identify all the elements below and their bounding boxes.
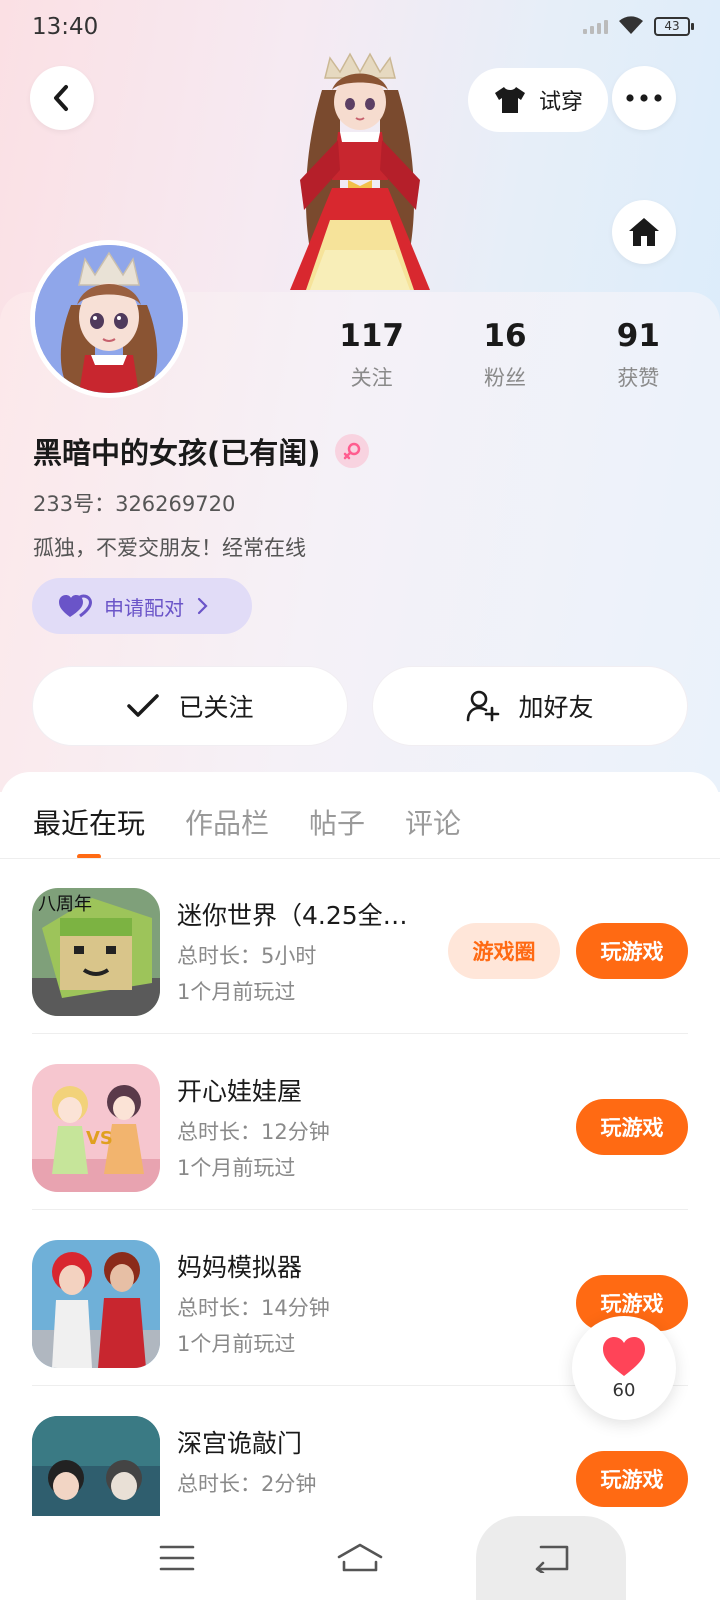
- like-float-button[interactable]: 60: [572, 1316, 676, 1420]
- game-row[interactable]: 八周年 迷你世界（4.25全… 总时长：5小时 1个月前玩过 游戏圈 玩游戏: [32, 858, 688, 1034]
- nav-home-button[interactable]: [285, 1516, 435, 1600]
- signal-icon: [583, 18, 608, 34]
- play-game-button[interactable]: 玩游戏: [576, 1451, 688, 1507]
- play-game-button[interactable]: 玩游戏: [576, 1099, 688, 1155]
- stat-fans[interactable]: 16 粉丝: [438, 318, 571, 392]
- game-thumbnail: VS: [32, 1064, 160, 1192]
- female-gender-icon: [334, 434, 369, 468]
- wifi-icon: [619, 16, 643, 34]
- game-duration: 总时长：5小时: [177, 944, 317, 968]
- user-bio: 孤独，不爱交朋友！经常在线: [33, 536, 306, 560]
- game-title: 深宫诡敲门: [177, 1429, 303, 1458]
- try-on-button[interactable]: 试穿: [468, 68, 608, 132]
- status-time: 13:40: [32, 14, 99, 40]
- stat-fans-label: 粉丝: [483, 366, 526, 390]
- stat-following-label: 关注: [350, 366, 393, 390]
- add-friend-label: 加好友: [518, 693, 594, 722]
- profile-stats: 117 关注 16 粉丝 91 获赞: [305, 318, 705, 392]
- status-icons: 43: [583, 16, 694, 36]
- stat-fans-value: 16: [483, 318, 527, 354]
- more-button[interactable]: [612, 66, 676, 130]
- tab-recently-played[interactable]: 最近在玩: [33, 802, 145, 859]
- svg-text:八周年: 八周年: [38, 894, 92, 915]
- like-count: 60: [612, 1379, 636, 1401]
- tab-comments[interactable]: 评论: [405, 802, 461, 842]
- nickname-row: 黑暗中的女孩(已有闺): [33, 430, 369, 472]
- profile-tabs: 最近在玩 作品栏 帖子 评论: [33, 802, 461, 859]
- play-game-button[interactable]: 玩游戏: [576, 923, 688, 979]
- svg-text:VS: VS: [86, 1128, 113, 1149]
- nickname: 黑暗中的女孩(已有闺): [33, 436, 321, 470]
- content-panel: 最近在玩 作品栏 帖子 评论 八周年 迷你世界（4.25全… 总时长：5小时 1…: [0, 772, 720, 1600]
- game-thumbnail: 八周年: [32, 888, 160, 1016]
- game-last-played: 1个月前玩过: [177, 1156, 296, 1180]
- chevron-left-icon: [54, 85, 68, 111]
- game-title: 开心娃娃屋: [177, 1077, 303, 1106]
- game-circle-button[interactable]: 游戏圈: [448, 923, 560, 979]
- heart-icon: [603, 1336, 645, 1376]
- avatar-3d-figure: [290, 52, 430, 290]
- stat-following[interactable]: 117 关注: [305, 318, 438, 392]
- stat-likes-label: 获赞: [617, 366, 660, 390]
- stat-following-value: 117: [339, 318, 405, 354]
- user-id: 233号：326269720: [33, 492, 236, 516]
- game-title: 迷你世界（4.25全…: [177, 901, 408, 930]
- home-outline-icon: [337, 1543, 383, 1572]
- try-on-label: 试穿: [538, 90, 583, 115]
- apply-pair-label: 申请配对: [104, 595, 184, 620]
- stat-likes[interactable]: 91 获赞: [572, 318, 705, 392]
- back-arrow-icon: [535, 1545, 569, 1573]
- back-button[interactable]: [30, 66, 94, 130]
- more-dots-icon: [626, 94, 662, 102]
- game-duration: 总时长：2分钟: [177, 1472, 317, 1496]
- home-button[interactable]: [612, 200, 676, 264]
- home-icon: [629, 218, 659, 246]
- add-user-icon: [467, 690, 500, 722]
- game-thumbnail: [32, 1240, 160, 1368]
- tab-works[interactable]: 作品栏: [185, 802, 269, 842]
- nav-menu-button[interactable]: [102, 1516, 252, 1600]
- tshirt-icon: [494, 87, 525, 113]
- game-duration: 总时长：12分钟: [177, 1120, 330, 1144]
- following-label: 已关注: [178, 693, 254, 722]
- menu-icon: [159, 1545, 195, 1571]
- chevron-right-icon: [197, 597, 208, 615]
- nav-back-button[interactable]: [476, 1516, 626, 1600]
- following-button[interactable]: 已关注: [32, 666, 348, 746]
- game-last-played: 1个月前玩过: [177, 980, 296, 1004]
- stat-likes-value: 91: [616, 318, 660, 354]
- tab-posts[interactable]: 帖子: [309, 802, 365, 842]
- add-friend-button[interactable]: 加好友: [372, 666, 688, 746]
- game-duration: 总时长：14分钟: [177, 1296, 330, 1320]
- game-last-played: 1个月前玩过: [177, 1332, 296, 1356]
- game-row[interactable]: VS 开心娃娃屋 总时长：12分钟 1个月前玩过 玩游戏: [32, 1034, 688, 1210]
- checkmark-icon: [127, 694, 160, 717]
- heart-pair-icon: [59, 594, 92, 618]
- battery-icon: 43: [654, 16, 694, 36]
- system-nav-bar: [0, 1516, 720, 1600]
- user-avatar[interactable]: [30, 240, 188, 398]
- avatar-portrait: [35, 245, 183, 393]
- status-bar: 13:40 43: [0, 0, 720, 56]
- apply-pair-button[interactable]: 申请配对: [32, 578, 252, 634]
- game-title: 妈妈模拟器: [177, 1253, 303, 1282]
